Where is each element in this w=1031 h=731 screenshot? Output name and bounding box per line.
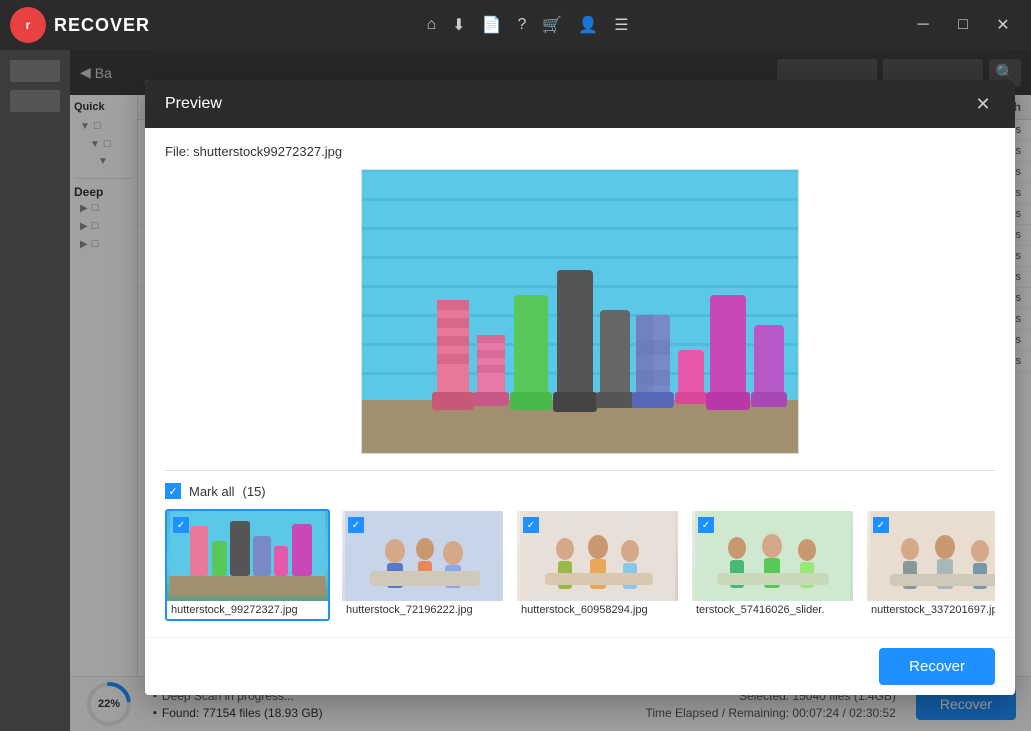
thumbnail-image-1 bbox=[167, 511, 328, 601]
window-controls: ─ □ ✕ bbox=[905, 7, 1021, 43]
thumbnail-check-2: ✓ bbox=[348, 517, 364, 533]
recover-button[interactable]: Recover bbox=[879, 648, 995, 685]
user-icon[interactable]: 👤 bbox=[578, 15, 598, 35]
thumbnail-name-4: terstock_57416026_slider. bbox=[692, 601, 853, 619]
modal-title: Preview bbox=[165, 95, 222, 113]
thumbnail-item-5[interactable]: ✓ bbox=[865, 509, 995, 621]
thumbnail-item-3[interactable]: ✓ bbox=[515, 509, 680, 621]
download-icon[interactable]: ⬇ bbox=[452, 15, 465, 35]
home-icon[interactable]: ⌂ bbox=[426, 16, 436, 34]
cart-icon[interactable]: 🛒 bbox=[542, 15, 562, 35]
sidebar-item-1 bbox=[10, 60, 60, 82]
titlebar-left: r RECOVER bbox=[10, 7, 150, 43]
file-icon[interactable]: 📄 bbox=[482, 15, 502, 35]
thumbnail-name-1: hutterstock_99272327.jpg bbox=[167, 601, 328, 619]
thumbnail-name-2: hutterstock_72196222.jpg bbox=[342, 601, 503, 619]
content-area: ◀ Ba 🔍 Quick ▼ □ ▼ □ bbox=[70, 50, 1031, 731]
app-name: RECOVER bbox=[54, 15, 150, 36]
thumbnail-check-4: ✓ bbox=[698, 517, 714, 533]
modal-header: Preview ✕ bbox=[145, 80, 1015, 128]
thumbnail-image-2 bbox=[342, 511, 503, 601]
modal-body: File: shutterstock99272327.jpg bbox=[145, 128, 1015, 637]
thumbnail-check-3: ✓ bbox=[523, 517, 539, 533]
minimize-button[interactable]: ─ bbox=[905, 7, 941, 43]
thumbnail-check-5: ✓ bbox=[873, 517, 889, 533]
file-label: File: shutterstock99272327.jpg bbox=[165, 144, 995, 159]
thumbnails-section: ✓ Mark all (15) ✓ bbox=[165, 470, 995, 621]
menu-icon[interactable]: ☰ bbox=[614, 15, 628, 35]
thumbnail-item-1[interactable]: ✓ bbox=[165, 509, 330, 621]
help-icon[interactable]: ? bbox=[517, 16, 526, 34]
mark-all-checkbox[interactable]: ✓ bbox=[165, 483, 181, 499]
preview-image bbox=[361, 169, 799, 454]
titlebar-icons: ⌂ ⬇ 📄 ? 🛒 👤 ☰ bbox=[426, 15, 628, 35]
thumbnail-check-1: ✓ bbox=[173, 517, 189, 533]
thumbnails-row: ✓ bbox=[165, 509, 995, 621]
mark-all-row: ✓ Mark all (15) bbox=[165, 483, 995, 499]
modal-close-button[interactable]: ✕ bbox=[971, 92, 995, 116]
sidebar-item-2 bbox=[10, 90, 60, 112]
app-logo: r bbox=[10, 7, 46, 43]
maximize-button[interactable]: □ bbox=[945, 7, 981, 43]
thumbnail-item-2[interactable]: ✓ bbox=[340, 509, 505, 621]
preview-modal: Preview ✕ File: shutterstock99272327.jpg bbox=[145, 80, 1015, 695]
preview-image-container bbox=[165, 169, 995, 454]
close-button[interactable]: ✕ bbox=[985, 7, 1021, 43]
thumbnail-image-4 bbox=[692, 511, 853, 601]
svg-text:r: r bbox=[26, 18, 31, 32]
modal-overlay: Preview ✕ File: shutterstock99272327.jpg bbox=[70, 50, 1031, 731]
thumbnail-item-4[interactable]: ✓ bbox=[690, 509, 855, 621]
thumbnail-name-3: hutterstock_60958294.jpg bbox=[517, 601, 678, 619]
sidebar bbox=[0, 50, 70, 731]
thumbnail-name-5: nutterstock_337201697.jp bbox=[867, 601, 995, 619]
thumbnail-image-3 bbox=[517, 511, 678, 601]
titlebar: r RECOVER ⌂ ⬇ 📄 ? 🛒 👤 ☰ ─ □ ✕ bbox=[0, 0, 1031, 50]
mark-all-count: (15) bbox=[243, 484, 266, 499]
mark-all-label: Mark all bbox=[189, 484, 235, 499]
main-area: ◀ Ba 🔍 Quick ▼ □ ▼ □ bbox=[0, 50, 1031, 731]
modal-footer: Recover bbox=[145, 637, 1015, 695]
